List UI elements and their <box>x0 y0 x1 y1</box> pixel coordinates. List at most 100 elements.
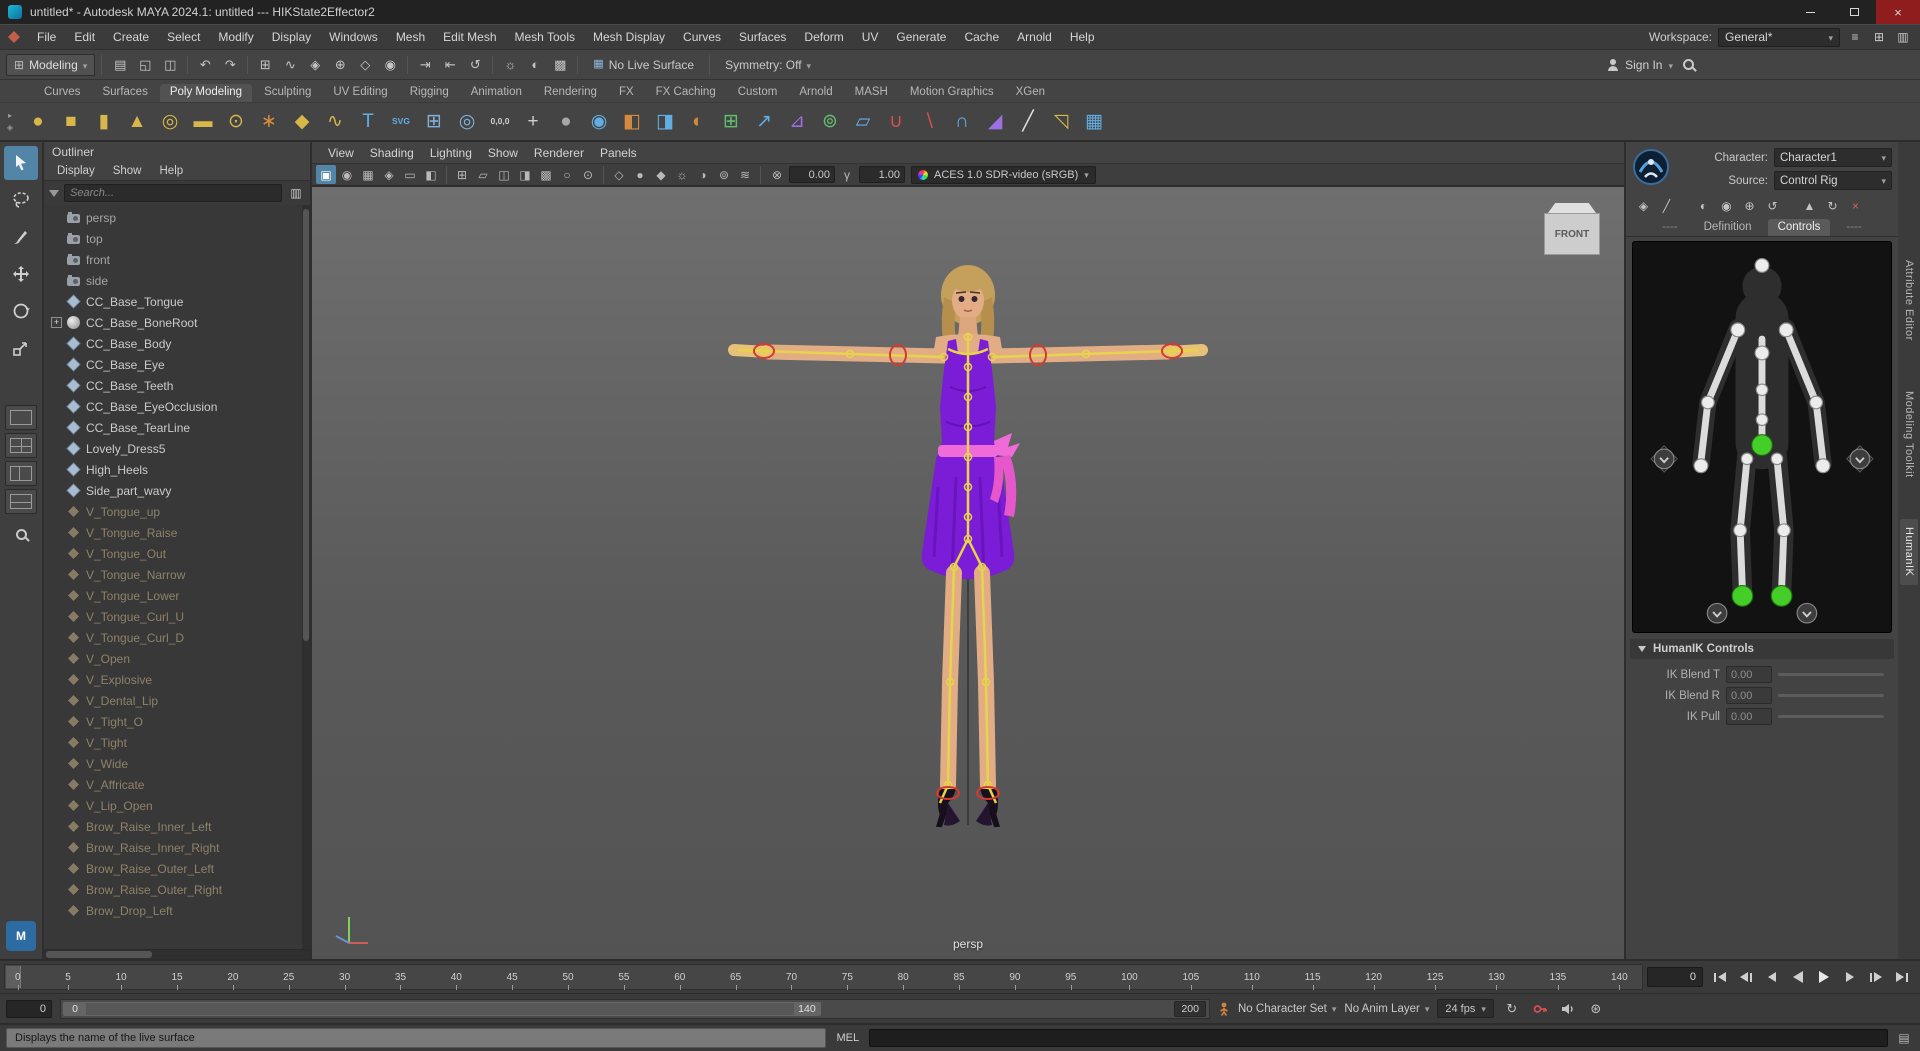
animation-start-field[interactable]: 0 <box>6 999 52 1018</box>
shelf-tab[interactable]: Animation <box>461 84 532 102</box>
gamma-field[interactable]: 1.00 <box>859 166 905 183</box>
outliner-search-input[interactable] <box>64 184 282 202</box>
viewport-menu-item[interactable]: Show <box>480 146 526 160</box>
no-live-surface-button[interactable]: ▦ No Live Surface <box>584 58 703 72</box>
grid-icon[interactable]: ⊞ <box>452 165 472 184</box>
command-line-input[interactable] <box>869 1029 1888 1047</box>
poly-disc-icon[interactable]: ⊙ <box>220 106 252 138</box>
character-controls-tab[interactable]: Controls <box>1767 219 1831 236</box>
menu-item[interactable]: Help <box>1061 25 1104 49</box>
command-language-toggle[interactable]: MEL <box>832 1032 863 1044</box>
outliner-item[interactable]: High_Heels <box>44 459 310 480</box>
shelf-tab[interactable]: MASH <box>845 84 898 102</box>
new-scene-icon[interactable]: ▤ <box>108 53 132 77</box>
separate-icon[interactable]: ◨ <box>649 106 681 138</box>
viewport-menu-item[interactable]: Renderer <box>526 146 592 160</box>
outliner-item[interactable]: V_Dental_Lip <box>44 690 310 711</box>
anim-layer-dropdown[interactable]: No Anim Layer <box>1344 1003 1429 1015</box>
exposure-icon[interactable]: ⊗ <box>767 165 787 184</box>
script-editor-icon[interactable]: ▤ <box>1894 1028 1914 1048</box>
menu-item[interactable]: Edit <box>65 25 104 49</box>
outliner-item[interactable]: V_Open <box>44 648 310 669</box>
input-connections-icon[interactable]: ⇥ <box>413 53 437 77</box>
resolution-gate-icon[interactable]: ◫ <box>494 165 514 184</box>
viewport-menu-item[interactable]: Shading <box>362 146 422 160</box>
snap-to-grids-icon[interactable]: ⊞ <box>253 53 277 77</box>
smooth-mesh-icon[interactable]: ⊚ <box>814 106 846 138</box>
outliner-item[interactable]: V_Tongue_Raise <box>44 522 310 543</box>
toolbar-icon[interactable] <box>577 55 579 74</box>
multi-cut-icon[interactable]: ╱ <box>1012 106 1044 138</box>
minimize-button[interactable] <box>1788 0 1832 24</box>
open-scene-icon[interactable]: ◱ <box>133 53 157 77</box>
image-plane-icon[interactable]: ▭ <box>400 165 420 184</box>
outliner-item[interactable]: V_Tight_O <box>44 711 310 732</box>
menu-item[interactable]: Surfaces <box>730 25 795 49</box>
shelf-tab[interactable]: XGen <box>1006 84 1055 102</box>
layout-two-pane-side-button[interactable] <box>5 461 37 486</box>
camera-attributes-icon[interactable]: ▦ <box>358 165 378 184</box>
side-tab[interactable]: Attribute Editor <box>1900 252 1918 349</box>
menu-item[interactable]: Deform <box>795 25 852 49</box>
move-to-origin-icon[interactable]: 0,0,0 <box>484 106 516 138</box>
combine-icon[interactable]: ◧ <box>616 106 648 138</box>
menu-item[interactable]: Display <box>263 25 320 49</box>
play-backwards-button[interactable] <box>1785 967 1810 987</box>
menu-item[interactable]: Mesh <box>387 25 434 49</box>
render-settings-icon[interactable]: ▩ <box>548 53 572 77</box>
viewport-menu-item[interactable]: View <box>320 146 362 160</box>
outliner-item[interactable]: V_Tongue_Curl_U <box>44 606 310 627</box>
poly-sphere-icon[interactable]: ● <box>22 106 54 138</box>
safe-action-icon[interactable]: ○ <box>557 165 577 184</box>
outliner-item[interactable]: V_Tongue_Curl_D <box>44 627 310 648</box>
brush-icon[interactable]: ╱ <box>1657 197 1676 215</box>
pin-translate-icon[interactable]: ⊕ <box>1740 197 1759 215</box>
close-button[interactable]: × <box>1876 0 1920 24</box>
outliner-vertical-scrollbar[interactable] <box>302 205 310 949</box>
pin-rotate-icon[interactable]: ↺ <box>1763 197 1782 215</box>
outliner-item[interactable]: CC_Base_TearLine <box>44 417 310 438</box>
poly-cube-icon[interactable]: ■ <box>55 106 87 138</box>
flatten-icon[interactable]: ▱ <box>847 106 879 138</box>
wireframe-icon[interactable]: ◇ <box>609 165 629 184</box>
snap-to-curves-icon[interactable]: ∿ <box>278 53 302 77</box>
param-value-field[interactable]: 0.00 <box>1726 708 1772 725</box>
extrude-icon[interactable]: ⊿ <box>781 106 813 138</box>
search-icon[interactable] <box>1683 59 1694 70</box>
auto-key-icon[interactable] <box>1530 1000 1550 1018</box>
param-value-field[interactable]: 0.00 <box>1726 666 1772 683</box>
sign-in-button[interactable]: Sign In <box>1607 58 1673 72</box>
outliner-item[interactable]: V_Wide <box>44 753 310 774</box>
bookmarks-icon[interactable]: ◈ <box>379 165 399 184</box>
motion-blur-icon[interactable]: ≋ <box>735 165 755 184</box>
render-frame-icon[interactable]: ☼ <box>498 53 522 77</box>
menu-item[interactable]: Edit Mesh <box>434 25 505 49</box>
shelf-tab[interactable]: Poly Modeling <box>159 84 253 102</box>
menu-item[interactable]: Mesh Display <box>584 25 674 49</box>
param-slider[interactable] <box>1778 673 1884 676</box>
boolean-union-icon[interactable]: ∪ <box>880 106 912 138</box>
menu-item[interactable]: File <box>28 25 65 49</box>
layout-four-pane-button[interactable] <box>5 433 37 458</box>
fps-dropdown[interactable]: 24 fps <box>1437 999 1494 1018</box>
snap-to-projected-center-icon[interactable]: ⊕ <box>328 53 352 77</box>
animation-preferences-icon[interactable]: ⊛ <box>1586 1000 1606 1018</box>
toolbar-icon[interactable] <box>407 55 409 74</box>
outliner-item[interactable]: V_Tongue_Lower <box>44 585 310 606</box>
textured-icon[interactable]: ◆ <box>651 165 671 184</box>
color-space-dropdown[interactable]: ACES 1.0 SDR-video (sRGB) <box>911 165 1096 184</box>
menu-set-dropdown[interactable]: ⊞ Modeling <box>6 53 96 76</box>
outliner-item[interactable]: Brow_Raise_Outer_Right <box>44 879 310 900</box>
snap-to-points-icon[interactable]: ◈ <box>303 53 327 77</box>
poly-plane-icon[interactable]: ▬ <box>187 106 219 138</box>
outliner-menu-item[interactable]: Help <box>153 165 191 177</box>
crease-tool-icon[interactable]: ◹ <box>1045 106 1077 138</box>
outliner-item[interactable]: CC_Base_Tongue <box>44 291 310 312</box>
playback-end-handle[interactable]: 140 <box>794 1002 820 1015</box>
list-view-icon[interactable]: ▥ <box>287 184 305 202</box>
poly-cylinder-icon[interactable]: ▮ <box>88 106 120 138</box>
smooth-shade-icon[interactable]: ● <box>550 106 582 138</box>
construction-grid-icon[interactable]: ⊞ <box>418 106 450 138</box>
lasso-tool[interactable] <box>4 183 38 217</box>
shelf-menu-icon[interactable]: ▸ <box>8 111 12 120</box>
